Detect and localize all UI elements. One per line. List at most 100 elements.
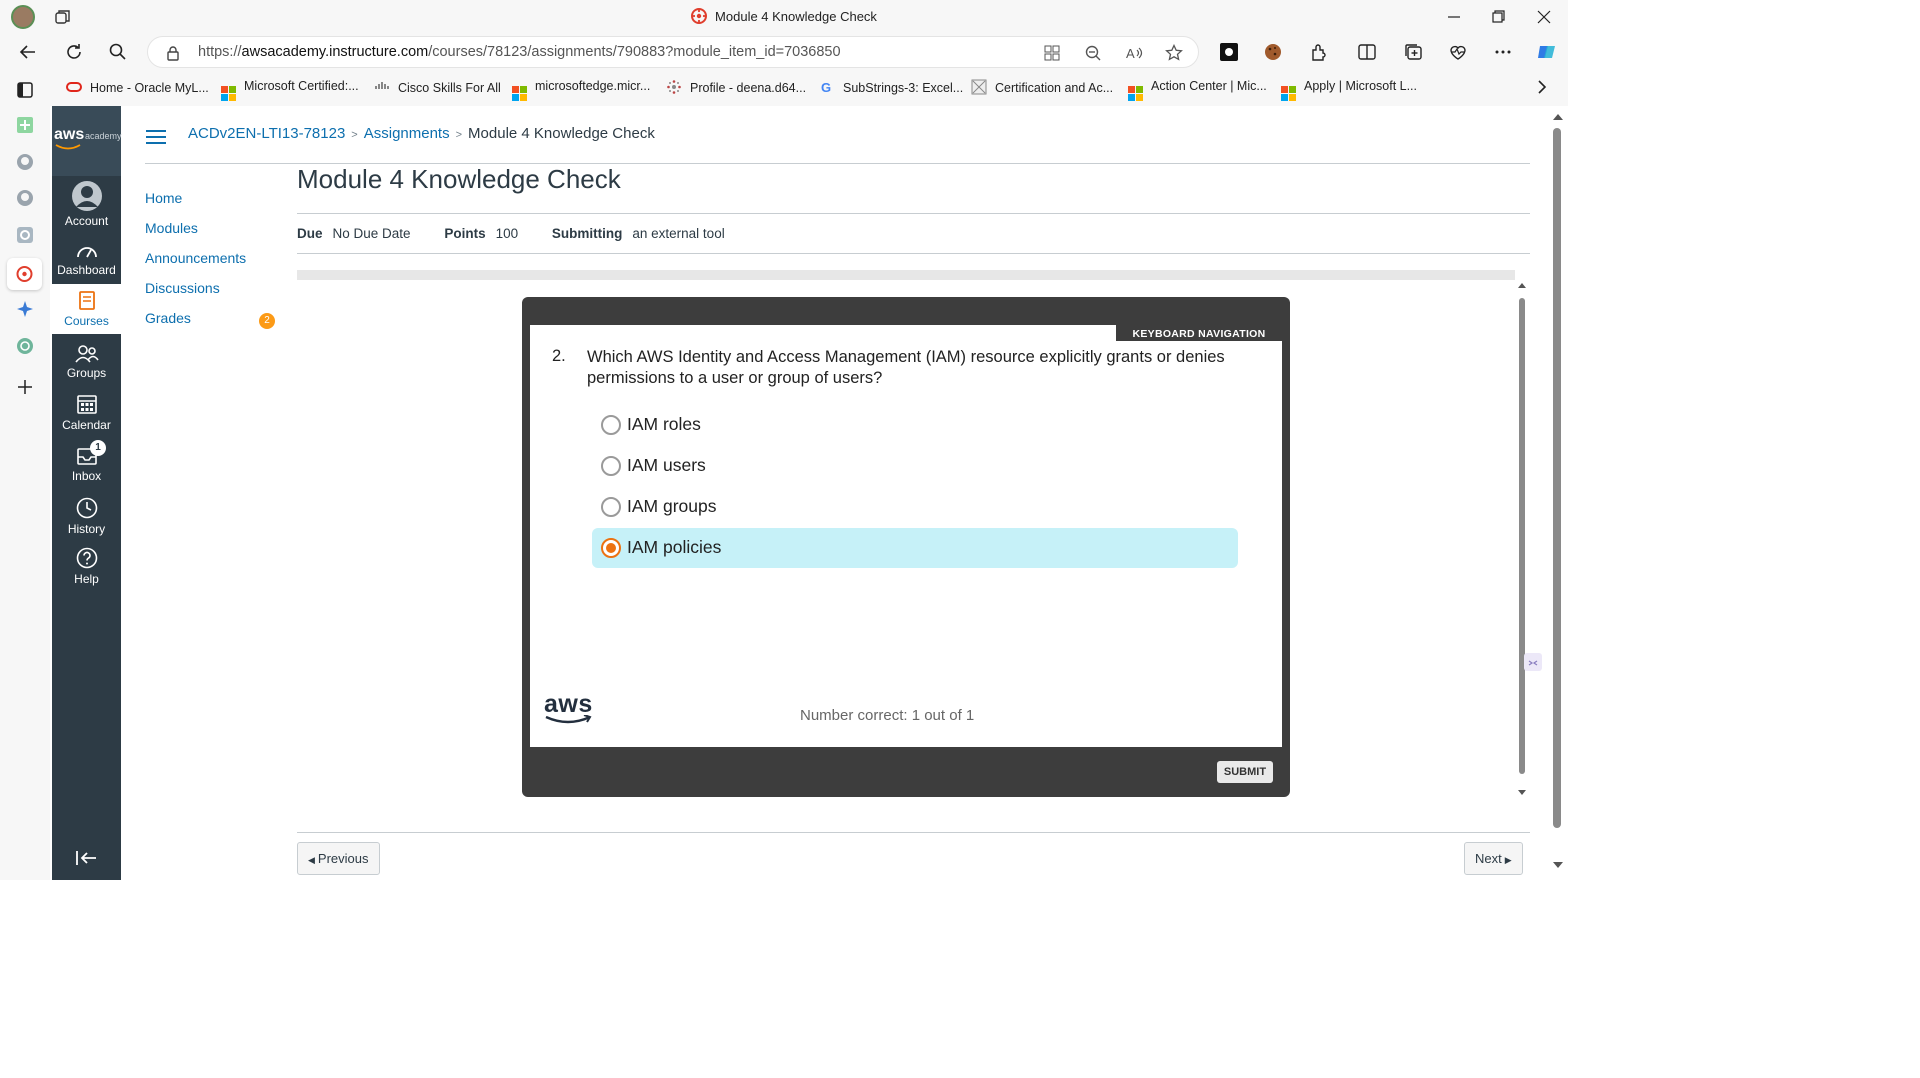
aws-logo-text: aws — [54, 126, 85, 143]
aws-academy-logo[interactable]: aws academy — [52, 106, 122, 176]
course-nav-grades[interactable]: Grades 2 — [145, 310, 285, 340]
tool-app-icon[interactable] — [15, 225, 35, 245]
scroll-down-icon[interactable] — [1517, 788, 1527, 798]
radio-button-selected[interactable] — [601, 538, 621, 558]
bookmark-cisco[interactable]: Cisco Skills For All — [374, 79, 501, 95]
bookmark-oracle[interactable]: Home - Oracle MyL... — [66, 79, 209, 95]
page-scrollbar[interactable] — [1549, 106, 1568, 880]
bookmark-microsoftedge[interactable]: microsoftedge.micr... — [512, 79, 650, 101]
bookmark-substrings[interactable]: G SubStrings-3: Excel... — [819, 79, 963, 95]
restore-icon[interactable] — [1486, 6, 1510, 28]
certification-icon — [971, 79, 987, 95]
browser-essentials-icon[interactable] — [1448, 42, 1468, 62]
refresh-icon[interactable] — [64, 42, 84, 62]
breadcrumb-current: Module 4 Knowledge Check — [468, 125, 655, 142]
vertical-tabs-icon[interactable] — [15, 80, 35, 100]
tool-scrollbar[interactable] — [1515, 280, 1529, 810]
read-aloud-icon[interactable]: A — [1125, 44, 1143, 62]
close-window-icon[interactable] — [1532, 6, 1556, 28]
account-icon — [71, 181, 102, 211]
courses-icon — [78, 291, 95, 310]
nav-groups[interactable]: Groups — [52, 344, 121, 380]
answer-option[interactable]: IAM groups — [592, 487, 1238, 527]
keyboard-navigation-link[interactable]: KEYBOARD NAVIGATION — [1116, 325, 1282, 341]
academy-logo-text: academy — [85, 131, 122, 141]
chatgpt-icon[interactable] — [15, 336, 35, 356]
submit-button[interactable]: SUBMIT — [1217, 761, 1273, 783]
course-menu-hamburger-icon[interactable] — [145, 128, 167, 146]
answer-option-label: IAM users — [627, 455, 706, 475]
course-nav-grades-label: Grades — [145, 310, 191, 326]
sheets-app-icon[interactable] — [15, 115, 35, 135]
extension-dark-icon[interactable] — [1219, 42, 1239, 62]
answer-option-label: IAM roles — [627, 414, 701, 434]
answer-option-selected[interactable]: IAM policies — [592, 528, 1238, 568]
bookmark-apply-microsoft[interactable]: Apply | Microsoft L... — [1281, 79, 1417, 101]
cookie-icon[interactable] — [1263, 42, 1283, 62]
nav-history-label: History — [67, 522, 106, 536]
github-icon[interactable] — [15, 152, 35, 172]
search-icon[interactable] — [108, 42, 128, 62]
course-nav-modules[interactable]: Modules — [145, 220, 285, 250]
breadcrumb-separator-icon: > — [351, 129, 358, 141]
canvas-app-icon[interactable] — [7, 258, 42, 290]
address-bar[interactable]: https://awsacademy.instructure.com/cours… — [147, 36, 1199, 68]
history-icon — [76, 497, 97, 519]
scroll-up-icon[interactable] — [1517, 280, 1527, 290]
add-app-icon[interactable] — [15, 377, 35, 397]
footer-divider — [297, 832, 1530, 833]
nav-courses[interactable]: Courses — [52, 284, 121, 334]
previous-button[interactable]: ◀ Previous — [297, 842, 380, 875]
points-label: Points — [444, 226, 486, 241]
more-options-icon[interactable] — [1493, 42, 1513, 62]
collections-icon[interactable] — [1403, 42, 1423, 62]
answer-option[interactable]: IAM roles — [592, 405, 1238, 445]
scroll-down-icon[interactable] — [1552, 860, 1564, 870]
answer-option[interactable]: IAM users — [592, 446, 1238, 486]
page-scrollbar-thumb[interactable] — [1553, 128, 1561, 828]
nav-dashboard-label: Dashboard — [57, 263, 116, 277]
feedback-widget-icon[interactable] — [1524, 653, 1542, 671]
nav-help[interactable]: Help — [52, 546, 121, 586]
nav-inbox[interactable]: Inbox 1 — [52, 440, 121, 483]
radio-button[interactable] — [601, 497, 621, 517]
next-button[interactable]: Next ▶ — [1464, 842, 1523, 875]
breadcrumb-assignments-link[interactable]: Assignments — [364, 125, 450, 142]
bookmark-microsoft-certified[interactable]: Microsoft Certified:... — [221, 79, 359, 101]
bookmark-certification[interactable]: Certification and Ac... — [971, 79, 1113, 95]
window-title-text: Module 4 Knowledge Check — [715, 9, 877, 24]
more-favorites-chevron-icon[interactable] — [1536, 79, 1548, 95]
copilot-sparkle-icon[interactable] — [15, 299, 35, 319]
bookmark-profile[interactable]: Profile - deena.d64... — [666, 79, 806, 95]
course-nav-announcements[interactable]: Announcements — [145, 250, 285, 280]
collapse-nav-icon[interactable] — [74, 849, 98, 867]
url-text[interactable]: https://awsacademy.instructure.com/cours… — [198, 44, 841, 60]
breadcrumb-course-link[interactable]: ACDv2EN-LTI13-78123 — [188, 125, 345, 142]
due-value: No Due Date — [332, 226, 411, 241]
split-screen-icon[interactable] — [1357, 42, 1377, 62]
microsoft-icon — [1281, 86, 1296, 101]
extensions-icon[interactable] — [1309, 42, 1329, 62]
course-nav-discussions[interactable]: Discussions — [145, 280, 285, 310]
scroll-up-icon[interactable] — [1552, 112, 1564, 122]
radio-button[interactable] — [601, 415, 621, 435]
nav-help-label: Help — [74, 572, 99, 586]
favorite-star-icon[interactable] — [1165, 44, 1183, 62]
github-icon[interactable] — [15, 188, 35, 208]
zoom-out-icon[interactable] — [1084, 44, 1102, 62]
nav-calendar[interactable]: Calendar — [52, 392, 121, 432]
tool-scrollbar-thumb[interactable] — [1519, 298, 1525, 774]
nav-history[interactable]: History — [52, 496, 121, 536]
points-value: 100 — [495, 226, 519, 241]
nav-account[interactable]: Account — [52, 180, 121, 228]
bookmark-action-center[interactable]: Action Center | Mic... — [1128, 79, 1267, 101]
minimize-icon[interactable] — [1442, 6, 1466, 28]
app-available-icon[interactable] — [1043, 44, 1061, 62]
course-nav-home[interactable]: Home — [145, 190, 285, 220]
lock-icon[interactable] — [166, 45, 180, 61]
back-icon[interactable] — [18, 42, 38, 62]
copilot-icon[interactable] — [1536, 42, 1556, 62]
knowledge-check-player: KEYBOARD NAVIGATION 2. Which AWS Identit… — [522, 297, 1290, 797]
nav-dashboard[interactable]: Dashboard — [52, 241, 121, 277]
radio-button[interactable] — [601, 456, 621, 476]
